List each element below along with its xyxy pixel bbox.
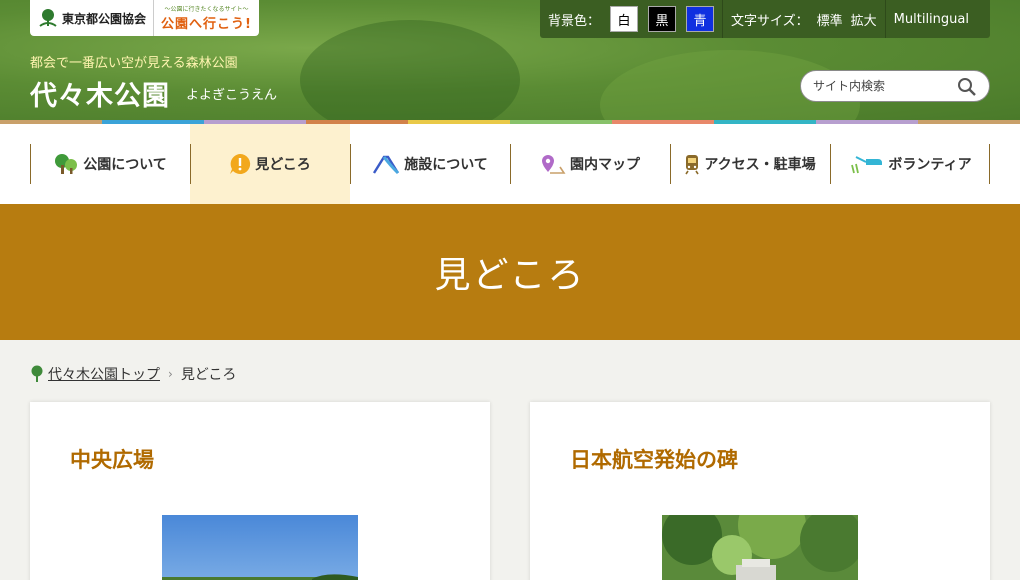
card-photo[interactable] bbox=[162, 515, 358, 580]
nav-label: 公園について bbox=[83, 157, 167, 173]
nav-item-access[interactable]: アクセス・駐車場 bbox=[670, 124, 830, 204]
font-large-button[interactable]: 拡大 bbox=[851, 10, 877, 29]
global-nav: 公園について 見どころ 施設について 園内マップ アクセス・駐車場 ボランティア bbox=[0, 124, 1020, 204]
bg-blue-button[interactable]: 青 bbox=[686, 6, 715, 32]
nav-divider bbox=[190, 144, 191, 184]
site-header: 東京都公園協会 〜公園に行きたくなるサイト〜 公園へ行こう! 都会で一番広い空が… bbox=[0, 0, 1020, 120]
train-icon bbox=[685, 155, 700, 175]
nav-divider bbox=[989, 144, 990, 184]
slide-icon bbox=[373, 155, 400, 175]
highlight-card[interactable]: 日本航空発始の碑 bbox=[530, 402, 990, 580]
campaign-logo-tagline: 〜公園に行きたくなるサイト〜 bbox=[164, 6, 249, 13]
header-foliage bbox=[300, 20, 520, 120]
nav-divider bbox=[30, 144, 31, 184]
search-input[interactable] bbox=[813, 79, 953, 93]
font-size-label: 文字サイズ： bbox=[731, 13, 809, 29]
card-title[interactable]: 中央広場 bbox=[70, 444, 154, 474]
bg-black-button[interactable]: 黒 bbox=[648, 6, 677, 32]
nav-label: 施設について bbox=[404, 157, 488, 173]
chevron-right-icon: › bbox=[168, 367, 173, 381]
nav-item-about[interactable]: 公園について bbox=[30, 124, 190, 204]
central-plaza-photo bbox=[162, 515, 358, 580]
card-title[interactable]: 日本航空発始の碑 bbox=[570, 444, 738, 474]
tree-icon bbox=[31, 365, 43, 382]
nav-item-map[interactable]: 園内マップ bbox=[510, 124, 670, 204]
park-association-icon bbox=[39, 9, 57, 27]
background-color-group: 背景色： 白 黒 青 bbox=[540, 0, 722, 38]
breadcrumb: 代々木公園トップ › 見どころ bbox=[30, 364, 236, 384]
site-title-kana: よよぎこうえん bbox=[186, 88, 278, 103]
card-photo[interactable] bbox=[662, 515, 858, 580]
tree-icon bbox=[55, 154, 78, 174]
nav-label: アクセス・駐車場 bbox=[704, 157, 816, 173]
org-logo[interactable]: 東京都公園協会 bbox=[30, 0, 154, 36]
exclamation-bubble-icon bbox=[230, 153, 251, 174]
campaign-logo-title: 公園へ行こう! bbox=[161, 17, 252, 32]
nav-label: ボランティア bbox=[888, 157, 972, 173]
nav-label: 園内マップ bbox=[570, 157, 640, 173]
campaign-logo[interactable]: 〜公園に行きたくなるサイト〜 公園へ行こう! bbox=[154, 0, 259, 36]
bg-white-button[interactable]: 白 bbox=[610, 6, 639, 32]
nav-divider bbox=[350, 144, 351, 184]
site-tagline: 都会で一番広い空が見える森林公園 bbox=[30, 56, 238, 71]
org-logo-text: 東京都公園協会 bbox=[62, 11, 147, 26]
watering-can-icon bbox=[851, 156, 883, 174]
map-pin-icon bbox=[542, 155, 566, 174]
header-logo[interactable]: 東京都公園協会 〜公園に行きたくなるサイト〜 公園へ行こう! bbox=[30, 0, 259, 36]
site-search bbox=[800, 70, 990, 102]
multilingual-link[interactable]: Multilingual bbox=[886, 0, 977, 38]
nav-divider bbox=[670, 144, 671, 184]
nav-item-facilities[interactable]: 施設について bbox=[350, 124, 510, 204]
breadcrumb-home-link[interactable]: 代々木公園トップ bbox=[48, 364, 160, 384]
aviation-monument-photo bbox=[662, 515, 858, 580]
accessibility-controls: 背景色： 白 黒 青 文字サイズ： 標準 拡大 Multilingual bbox=[540, 0, 990, 38]
nav-divider bbox=[510, 144, 511, 184]
bg-color-label: 背景色： bbox=[548, 13, 601, 29]
site-title[interactable]: 代々木公園 bbox=[30, 74, 170, 113]
page-title: 見どころ bbox=[434, 255, 586, 296]
nav-item-volunteer[interactable]: ボランティア bbox=[830, 124, 990, 204]
search-icon[interactable] bbox=[957, 77, 977, 97]
nav-divider bbox=[830, 144, 831, 184]
nav-label: 見どころ bbox=[255, 157, 311, 173]
font-size-group: 文字サイズ： 標準 拡大 bbox=[723, 0, 885, 38]
highlight-card[interactable]: 中央広場 bbox=[30, 402, 490, 580]
font-standard-button[interactable]: 標準 bbox=[817, 10, 843, 29]
nav-item-highlights[interactable]: 見どころ bbox=[190, 124, 350, 204]
page-banner: 見どころ bbox=[0, 204, 1020, 340]
breadcrumb-current: 見どころ bbox=[180, 367, 237, 383]
